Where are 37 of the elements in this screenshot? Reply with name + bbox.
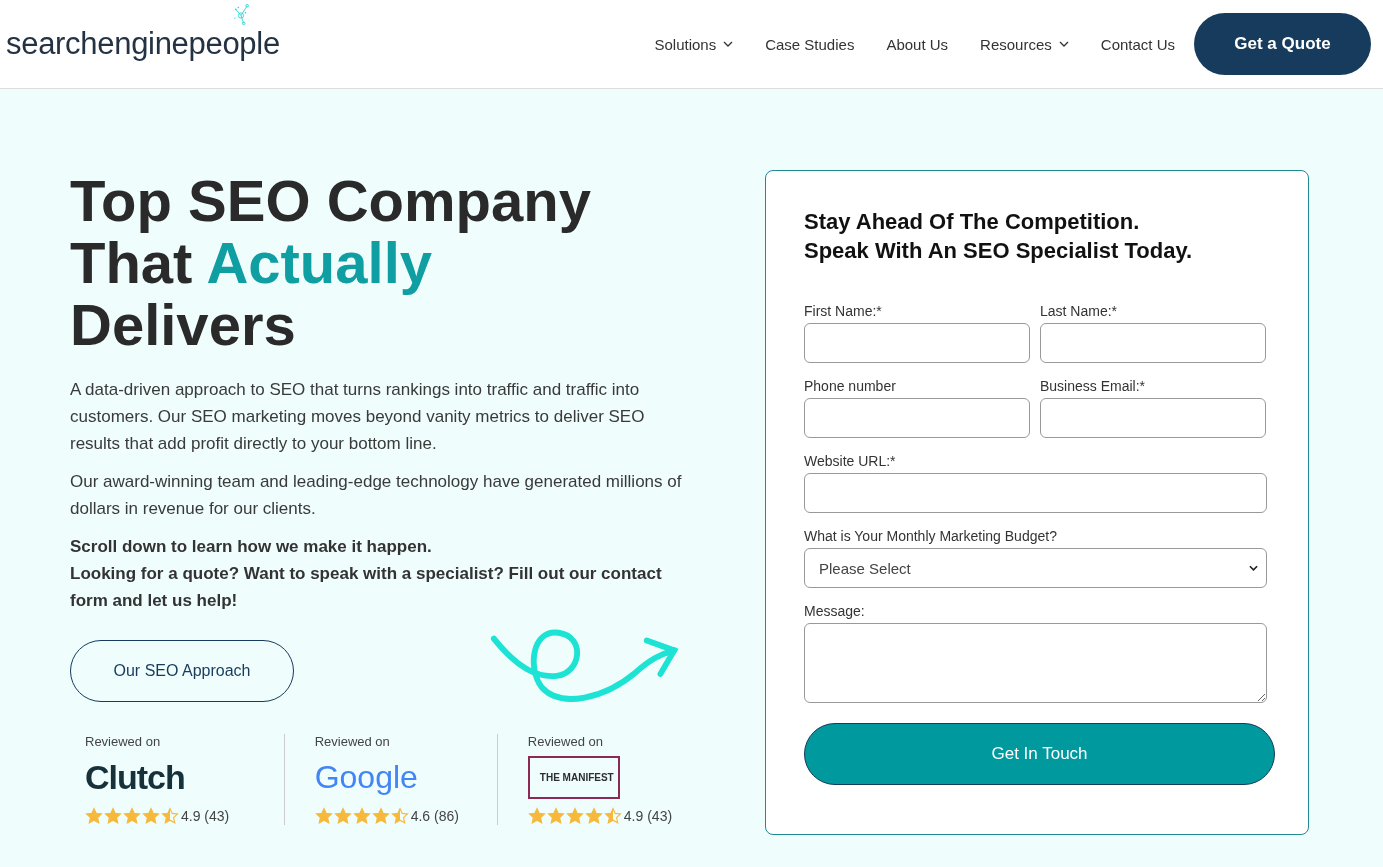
field-label: Message: bbox=[804, 603, 866, 619]
review-label: Reviewed on bbox=[314, 734, 391, 749]
review-label: Reviewed on bbox=[85, 734, 162, 749]
network-icon bbox=[232, 4, 250, 26]
rating-text: 4.9 (43) bbox=[623, 808, 673, 824]
manifest-logo[interactable]: THE MANIFEST bbox=[527, 755, 620, 799]
paragraph: Looking for a quote? Want to speak with a specialist? Fill out our contact form and let us help! bbox=[70, 563, 663, 612]
logo[interactable]: searchenginepeople bbox=[6, 26, 280, 62]
input-field[interactable] bbox=[804, 398, 1030, 438]
nav-link[interactable]: About Us bbox=[886, 35, 949, 53]
input-field[interactable] bbox=[804, 323, 1030, 363]
headline: Top SEO Company That Actually Delivers bbox=[70, 170, 592, 356]
review-label: Reviewed on bbox=[527, 734, 604, 749]
get-quote-button[interactable]: Get a Quote bbox=[1194, 13, 1371, 75]
paragraph: Our award-winning team and leading-edge technology have generated millions of dollars in revenue for our clients. bbox=[70, 471, 683, 520]
paragraph: A data-driven approach to SEO that turns rankings into traffic and traffic into customers. Our SEO marketing moves beyond vanity metrics to deliver SEO results that add profit directly to your bottom line. bbox=[70, 379, 646, 455]
nav-link[interactable]: Case Studies bbox=[765, 35, 855, 53]
field-label: What is Your Monthly Marketing Budget? bbox=[804, 528, 1058, 544]
field-label: Website URL:* bbox=[804, 453, 897, 469]
chevron-down-icon bbox=[1249, 565, 1258, 571]
input-field[interactable] bbox=[1040, 323, 1266, 363]
select-field[interactable]: Please Select bbox=[804, 548, 1267, 588]
clutch-logo[interactable]: Clutch bbox=[85, 757, 185, 797]
rating-text: 4.9 (43) bbox=[181, 808, 230, 824]
field-label: Business Email:* bbox=[1040, 378, 1147, 394]
paragraph: Scroll down to learn how we make it happen. bbox=[70, 536, 433, 558]
input-field[interactable] bbox=[804, 473, 1267, 513]
input-field[interactable] bbox=[1040, 398, 1266, 438]
message-field[interactable] bbox=[804, 623, 1267, 703]
nav-link[interactable]: Resources bbox=[980, 35, 1069, 53]
form-title: Stay Ahead Of The Competition. Speak With An SEO Specialist Today. bbox=[804, 208, 1194, 265]
field-label: First Name:* bbox=[804, 303, 883, 319]
field-label: Phone number bbox=[804, 378, 897, 394]
field-label: Last Name:* bbox=[1040, 303, 1119, 319]
rating-text: 4.6 (86) bbox=[410, 808, 459, 824]
nav-link[interactable]: Contact Us bbox=[1100, 35, 1175, 53]
nav-link[interactable]: Solutions bbox=[654, 35, 734, 53]
